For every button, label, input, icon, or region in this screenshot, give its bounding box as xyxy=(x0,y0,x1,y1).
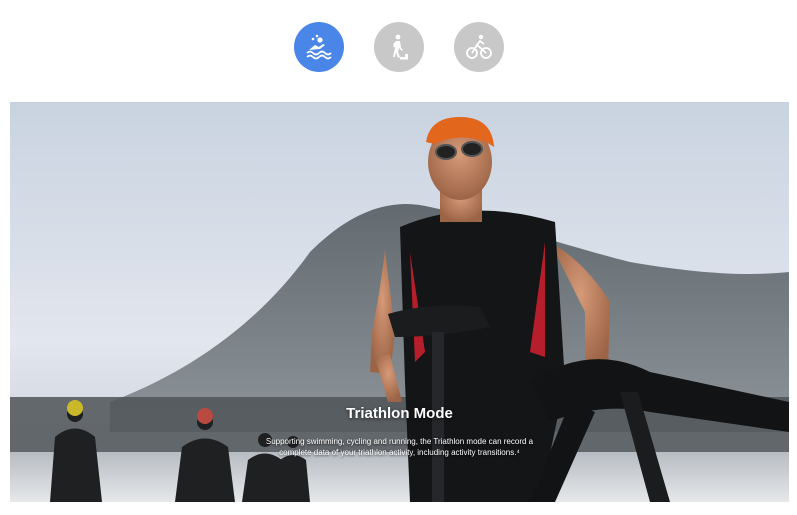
run-mode-button[interactable] xyxy=(373,22,424,72)
run-icon xyxy=(392,34,408,60)
feature-caption: Triathlon Mode Supporting swimming, cycl… xyxy=(10,405,789,458)
feature-title: Triathlon Mode xyxy=(346,405,453,422)
feature-description: Supporting swimming, cycling and running… xyxy=(265,437,534,457)
swim-icon xyxy=(305,34,332,60)
hero-banner: Triathlon Mode Supporting swimming, cycl… xyxy=(10,102,789,502)
swim-mode-button[interactable] xyxy=(293,22,344,72)
bike-icon xyxy=(465,34,492,59)
bike-mode-button[interactable] xyxy=(453,22,504,72)
mode-selector xyxy=(0,22,797,72)
